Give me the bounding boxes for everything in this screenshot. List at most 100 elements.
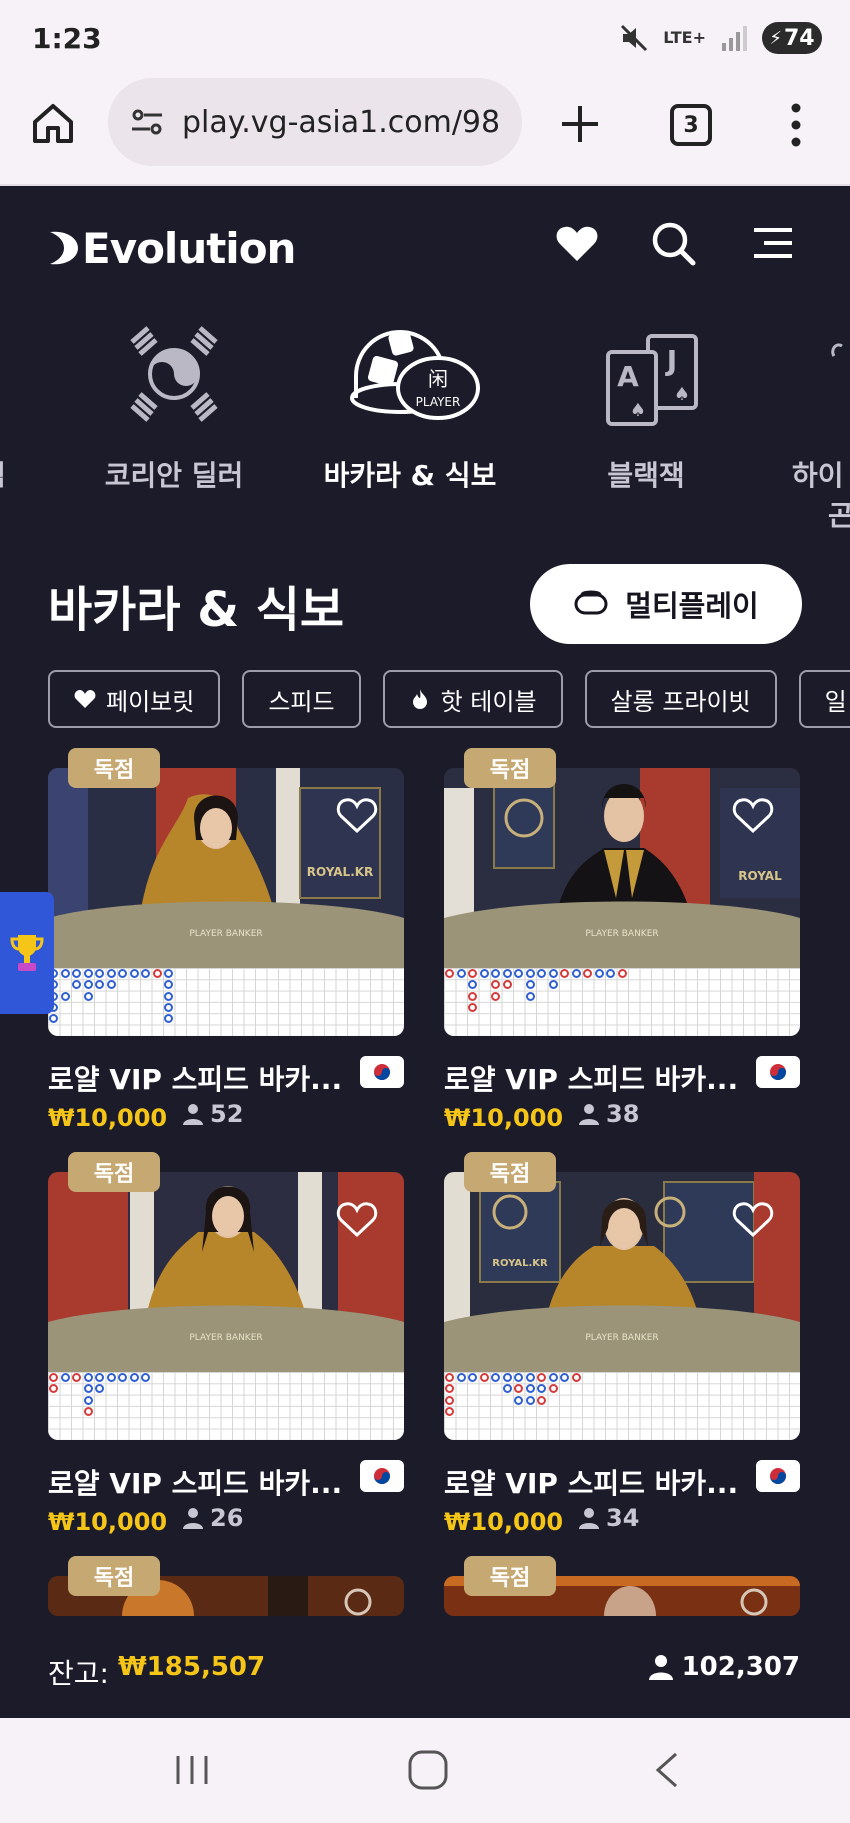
exclusive-badge: 독점: [68, 1556, 160, 1596]
person-icon: [579, 1508, 599, 1529]
filter-salon-prive[interactable]: 살롱 프라이빗: [584, 670, 777, 728]
road-bead: [537, 969, 546, 978]
road-bead: [468, 1373, 477, 1382]
category-label: 블랙잭: [607, 459, 685, 492]
road-bead: [502, 969, 512, 978]
road-bead: [560, 1373, 569, 1382]
svg-text:PLAYER: PLAYER: [416, 395, 461, 409]
multiplay-label: 멀티플레이: [625, 589, 759, 623]
address-bar[interactable]: play.vg-asia1.com/98: [108, 78, 522, 166]
road-bead: [445, 1395, 454, 1405]
evolution-logo[interactable]: Evolution: [48, 223, 296, 273]
game-card[interactable]: 독점 ROYAL.KR PLAYER BANKER 로얄 VIP 스피드 바카.…: [48, 748, 404, 1132]
filter-hot-tables[interactable]: 핫 테이블: [382, 670, 563, 728]
road-bead: [118, 1373, 127, 1382]
road-bead: [164, 1002, 173, 1012]
tab-count: 3: [683, 112, 699, 138]
exclusive-badge: 독점: [464, 748, 556, 788]
road-bead: [445, 969, 454, 978]
game-title: 로얄 VIP 스피드 바카...: [48, 1467, 343, 1500]
favorite-heart-icon[interactable]: [336, 796, 378, 834]
filter-label: 핫 테이블: [440, 687, 537, 716]
category-partial-left[interactable]: 임: [0, 306, 6, 494]
back-icon[interactable]: [646, 1748, 690, 1792]
road-bead: [583, 969, 592, 978]
url-text[interactable]: play.vg-asia1.com/98: [182, 105, 500, 140]
road-bead: [83, 1406, 93, 1416]
road-bead: [49, 1014, 58, 1024]
table-text: PLAYER BANKER: [189, 1333, 262, 1343]
browser-toolbar: play.vg-asia1.com/98 3: [0, 72, 850, 186]
road-bead: [60, 991, 70, 1001]
studio-sign: ROYAL.KR: [307, 865, 374, 879]
game-card[interactable]: 독점 ROYAL.KR PLAYER BANKER 로얄 VIP 스피드 바카.…: [444, 1152, 800, 1536]
player-count-value: 34: [606, 1504, 640, 1532]
korea-flag-icon: [756, 1056, 800, 1088]
road-bead: [60, 969, 70, 978]
favorite-heart-icon[interactable]: [336, 1200, 378, 1238]
road-bead: [514, 1373, 523, 1382]
category-korean-dealer[interactable]: 코리안 딜러: [74, 306, 274, 494]
game-card[interactable]: 독점 PLAYER BANKER 로얄 VIP 스피드 바카... ₩10,00…: [48, 1152, 404, 1536]
road-bead: [95, 969, 104, 978]
site-settings-icon[interactable]: [128, 103, 166, 141]
favorite-heart-icon[interactable]: [732, 1200, 774, 1238]
road-bead: [129, 969, 139, 978]
road-bead: [141, 1373, 150, 1382]
filter-speed[interactable]: 스피드: [242, 670, 361, 728]
tab-switcher-button[interactable]: 3: [670, 104, 712, 146]
road-bead: [83, 980, 93, 990]
road-bead: [468, 969, 477, 978]
table-text: PLAYER BANKER: [585, 929, 658, 939]
filter-label: 살롱 프라이빗: [610, 687, 751, 716]
road-bead: [72, 980, 81, 990]
filter-partial[interactable]: 일: [798, 670, 850, 728]
svg-text:J: J: [665, 344, 677, 377]
exclusive-badge: 독점: [68, 1152, 160, 1192]
road-bead: [129, 1373, 139, 1382]
balance-value: ₩185,507: [118, 1652, 266, 1682]
filter-label: 일: [824, 687, 847, 716]
recent-apps-icon[interactable]: [170, 1748, 214, 1792]
player-count: 34: [578, 1504, 639, 1532]
more-options-icon[interactable]: [786, 102, 806, 148]
trophy-icon: [10, 935, 44, 971]
min-bet: ₩10,000: [48, 1104, 168, 1132]
road-bead: [525, 1384, 535, 1394]
road-bead: [560, 969, 569, 978]
road-bead: [502, 1373, 512, 1382]
road-bead: [164, 980, 173, 990]
road-bead: [606, 969, 615, 978]
road-bead: [514, 1384, 523, 1394]
korea-flag-icon: [756, 1460, 800, 1492]
clock: 1:23: [32, 22, 102, 55]
game-title: 로얄 VIP 스피드 바카...: [48, 1063, 343, 1096]
road-bead: [502, 1384, 512, 1394]
road-bead: [525, 969, 535, 978]
bead-road: [444, 1372, 800, 1440]
category-baccarat-sicbo[interactable]: 闲 PLAYER 바카라 & 식보: [310, 306, 510, 494]
brand-name: Evolution: [82, 223, 296, 273]
category-label: 바카라 & 식보: [323, 459, 497, 492]
menu-icon[interactable]: [750, 220, 796, 266]
favorite-heart-icon[interactable]: [732, 796, 774, 834]
signal-icon: [722, 26, 747, 51]
home-icon[interactable]: [30, 100, 76, 146]
footer-bar: 잔고: ₩185,507 102,307: [0, 1616, 850, 1718]
tournament-side-tab[interactable]: [0, 892, 54, 1014]
multiplay-button[interactable]: 멀티플레이: [530, 564, 802, 644]
favorites-heart-icon[interactable]: [554, 220, 600, 266]
road-bead: [60, 1373, 70, 1382]
game-card[interactable]: 독점 ROYAL PLAYER BANKER 로얄 VIP 스피드 바카... …: [444, 748, 800, 1132]
category-partial-right[interactable]: 하이 곤: [782, 306, 850, 534]
new-tab-icon[interactable]: [560, 104, 600, 144]
category-blackjack[interactable]: J ♠ A ♠ 블랙잭: [546, 306, 746, 494]
battery-charging-icon: ⚡: [769, 27, 782, 49]
road-bead: [95, 1384, 104, 1394]
bead-road: [444, 968, 800, 1036]
filter-favorites[interactable]: 페이보릿: [48, 670, 221, 728]
home-button-icon[interactable]: [406, 1748, 450, 1792]
search-icon[interactable]: [650, 220, 696, 266]
road-bead: [537, 1395, 546, 1405]
multiplay-icon: [574, 590, 608, 615]
